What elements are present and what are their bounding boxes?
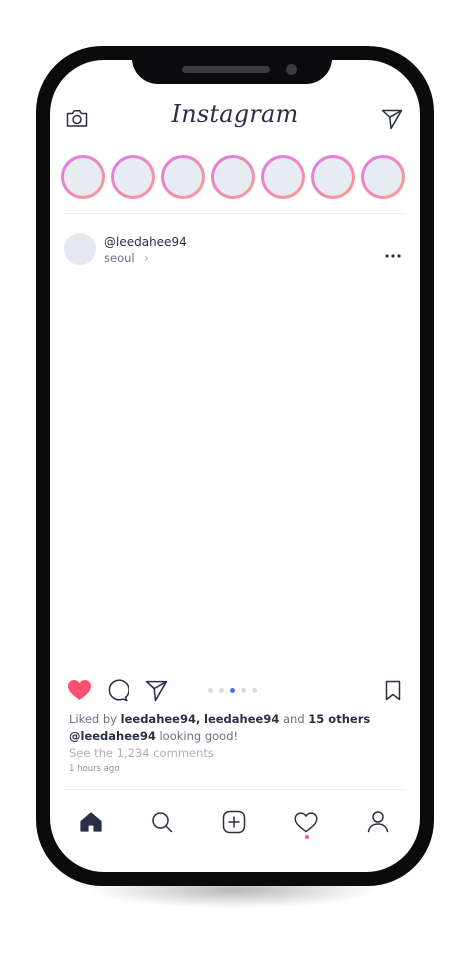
post-timestamp: 1 hours ago: [69, 764, 120, 774]
front-camera: [286, 64, 297, 75]
activity-heart-icon[interactable]: [294, 812, 318, 833]
bookmark-icon[interactable]: [385, 680, 401, 701]
post-caption: @leedahee94 looking good!: [69, 729, 238, 743]
comment-icon[interactable]: [106, 679, 129, 702]
story-avatar[interactable]: [161, 155, 205, 199]
view-comments-link[interactable]: See the 1,234 comments: [69, 746, 214, 760]
post-author-avatar[interactable]: [64, 233, 96, 265]
post-location[interactable]: seoul ›: [104, 251, 149, 265]
carousel-dot-active: [230, 688, 235, 693]
caption-text: looking good!: [155, 729, 239, 743]
carousel-dot: [241, 688, 246, 693]
story-avatar[interactable]: [261, 155, 305, 199]
post-image[interactable]: [50, 278, 420, 668]
add-post-icon[interactable]: [222, 810, 246, 834]
likes-prefix: Liked by: [69, 712, 121, 726]
carousel-dot: [219, 688, 224, 693]
more-dots-icon[interactable]: [384, 244, 402, 258]
stories-divider: [64, 213, 406, 214]
likes-conjunction: and: [279, 712, 309, 726]
paper-plane-icon[interactable]: [381, 108, 403, 130]
share-paper-plane-icon[interactable]: [145, 679, 168, 702]
story-avatar[interactable]: [111, 155, 155, 199]
likes-summary: Liked by leedahee94, leedahee94 and 15 o…: [69, 712, 370, 726]
story-avatar[interactable]: [211, 155, 255, 199]
caption-username[interactable]: @leedahee94: [69, 729, 156, 743]
story-avatar[interactable]: [361, 155, 405, 199]
profile-icon[interactable]: [367, 810, 389, 833]
home-icon[interactable]: [80, 812, 102, 832]
likes-others-link[interactable]: 15 others: [308, 712, 370, 726]
chevron-right-icon: ›: [144, 251, 149, 265]
carousel-dot: [252, 688, 257, 693]
search-icon[interactable]: [151, 811, 173, 833]
story-avatar[interactable]: [61, 155, 105, 199]
stories-bar: [61, 155, 407, 199]
like-heart-icon[interactable]: [67, 679, 92, 701]
carousel-indicator: [208, 688, 260, 694]
camera-icon[interactable]: [65, 107, 89, 129]
bottom-nav-divider: [64, 789, 406, 790]
speaker-grille: [182, 66, 270, 73]
app-logo: Instagram: [171, 100, 299, 128]
post-location-label: seoul: [104, 251, 135, 265]
activity-notification-dot: [305, 835, 309, 839]
phone-notch: [132, 46, 332, 84]
liker-username[interactable]: leedahee94,: [121, 712, 201, 726]
carousel-dot: [208, 688, 213, 693]
story-avatar[interactable]: [311, 155, 355, 199]
liker-username[interactable]: leedahee94: [204, 712, 279, 726]
post-username[interactable]: @leedahee94: [104, 235, 187, 249]
